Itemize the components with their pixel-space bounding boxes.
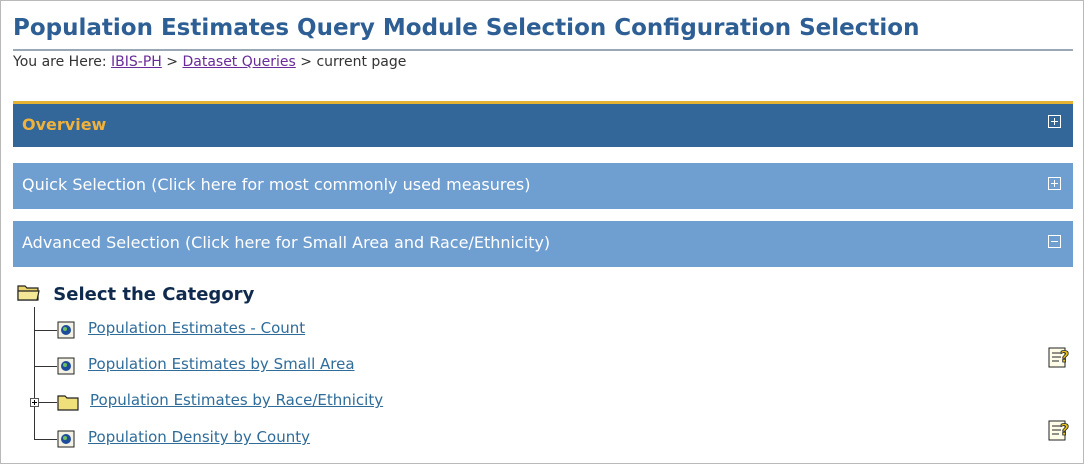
tree-branch-line	[34, 330, 57, 331]
panel-advanced-selection-label: Advanced Selection (Click here for Small…	[22, 233, 551, 252]
tree-item: Population Estimates by Small Area	[88, 355, 355, 373]
breadcrumb-link-ibis-ph[interactable]: IBIS-PH	[111, 54, 162, 70]
document-icon	[57, 321, 75, 343]
tree-item: Population Estimates - Count	[88, 319, 305, 337]
tree-root: Select the Category	[17, 283, 254, 306]
document-icon	[57, 357, 75, 379]
breadcrumb-prefix: You are Here:	[13, 54, 107, 70]
help-icon[interactable]: ?	[1047, 418, 1071, 446]
svg-text:?: ?	[1060, 347, 1069, 366]
collapse-icon[interactable]	[1048, 235, 1061, 248]
breadcrumb-separator: >	[300, 54, 312, 70]
title-divider	[13, 49, 1073, 51]
tree-branch-line	[34, 366, 57, 367]
tree-root-label: Select the Category	[53, 284, 255, 305]
panel-overview[interactable]: Overview	[13, 101, 1073, 147]
tree-item-link[interactable]: Population Estimates - Count	[88, 319, 305, 337]
breadcrumb-current: current page	[316, 54, 407, 70]
tree-branch-line	[34, 307, 35, 440]
panel-quick-selection[interactable]: Quick Selection (Click here for most com…	[13, 163, 1073, 209]
tree-item-link[interactable]: Population Estimates by Small Area	[88, 355, 355, 373]
tree-branch-line	[34, 439, 57, 440]
open-folder-icon	[17, 283, 41, 306]
tree-item: Population Density by County	[88, 428, 310, 446]
tree-item: Population Estimates by Race/Ethnicity	[90, 391, 383, 409]
panel-overview-label: Overview	[22, 115, 107, 134]
panel-quick-selection-label: Quick Selection (Click here for most com…	[22, 175, 531, 194]
tree-item-link[interactable]: Population Estimates by Race/Ethnicity	[90, 391, 383, 409]
expand-icon[interactable]	[1048, 115, 1061, 128]
tree-item-link[interactable]: Population Density by County	[88, 428, 310, 446]
breadcrumb: You are Here: IBIS-PH > Dataset Queries …	[13, 54, 406, 70]
expand-icon[interactable]	[1048, 177, 1061, 190]
svg-text:?: ?	[1060, 420, 1069, 439]
document-icon	[57, 430, 75, 452]
panel-advanced-selection[interactable]: Advanced Selection (Click here for Small…	[13, 221, 1073, 267]
expand-node-icon[interactable]	[30, 398, 39, 407]
breadcrumb-separator: >	[166, 54, 179, 70]
breadcrumb-link-dataset-queries[interactable]: Dataset Queries	[182, 54, 295, 70]
page-frame: Population Estimates Query Module Select…	[0, 0, 1084, 464]
page-title: Population Estimates Query Module Select…	[13, 15, 920, 41]
folder-icon	[57, 393, 79, 415]
help-icon[interactable]: ?	[1047, 345, 1071, 373]
